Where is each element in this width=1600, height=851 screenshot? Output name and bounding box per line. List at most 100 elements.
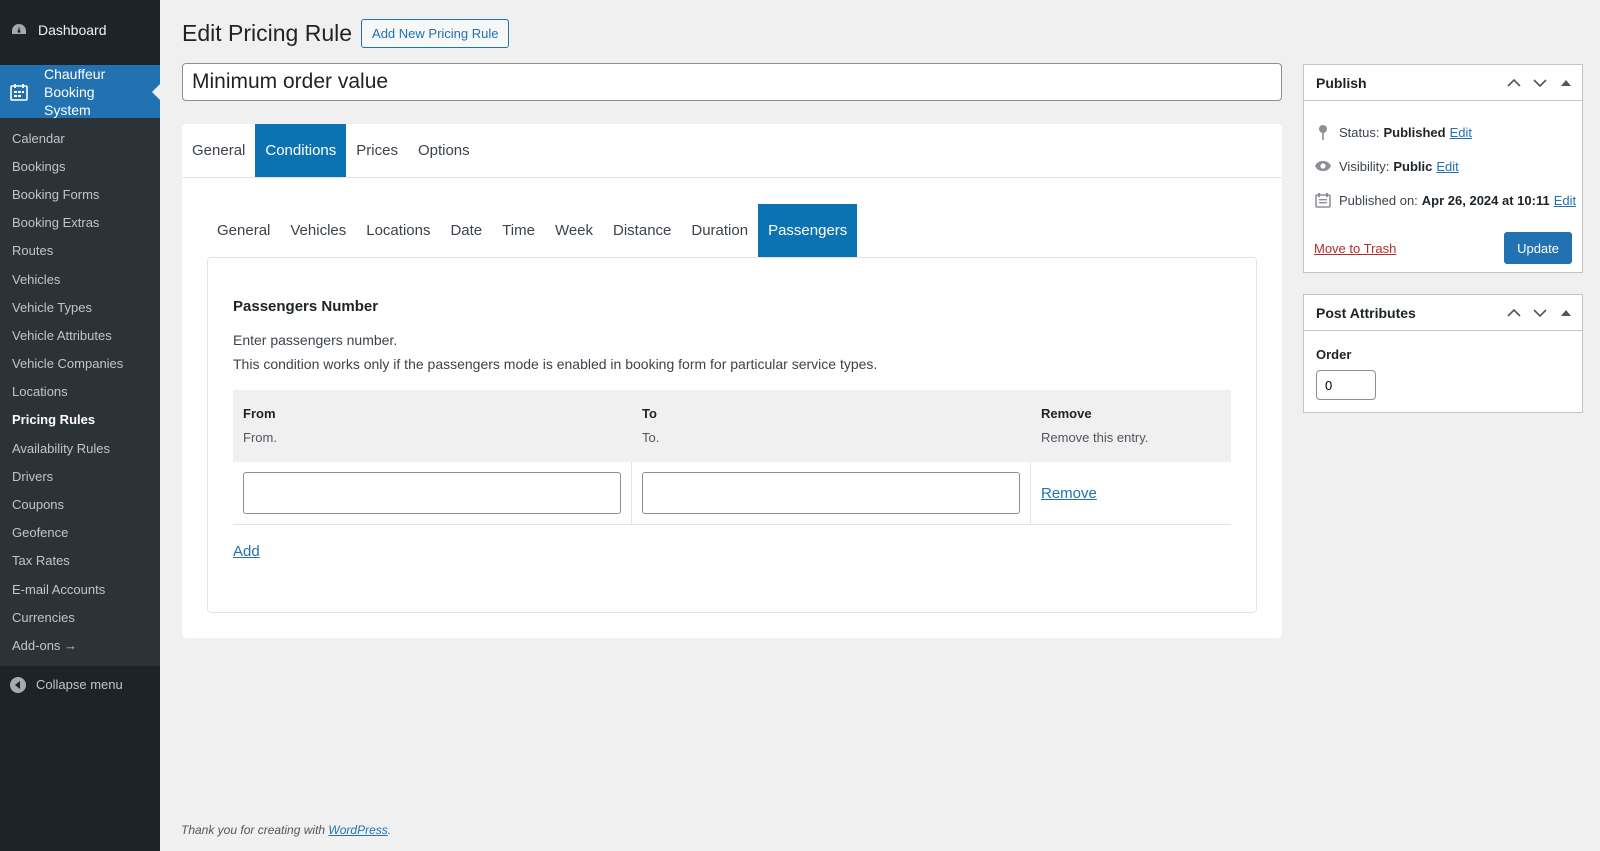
visibility-label: Visibility: (1339, 158, 1390, 174)
published-on-row: Published on: Apr 26, 2024 at 10:11 Edit (1304, 183, 1582, 217)
tab-general[interactable]: General (182, 124, 255, 177)
tab-options[interactable]: Options (408, 124, 480, 177)
post-attributes-controls (1504, 295, 1576, 331)
eye-icon (1314, 157, 1332, 175)
subtab-passengers[interactable]: Passengers (758, 204, 858, 257)
subtab-week[interactable]: Week (545, 204, 603, 257)
publish-box-controls (1504, 65, 1576, 101)
update-button[interactable]: Update (1504, 232, 1572, 264)
publish-box: Publish Status: Published Edit Visibilit… (1303, 64, 1583, 273)
post-attributes-box: Post Attributes Order (1303, 294, 1583, 413)
publish-actions: Move to Trash Update (1304, 225, 1582, 271)
tab-prices[interactable]: Prices (346, 124, 408, 177)
page-title: Edit Pricing Rule (182, 20, 353, 46)
sidebar-item-geofence[interactable]: Geofence (0, 519, 160, 547)
sidebar-item-booking-forms[interactable]: Booking Forms (0, 180, 160, 208)
edit-date-link[interactable]: Edit (1554, 193, 1576, 208)
wordpress-link[interactable]: WordPress (328, 823, 387, 837)
footer-suffix: . (387, 823, 392, 837)
sidebar-item-coupons[interactable]: Coupons (0, 490, 160, 518)
admin-sidebar: Dashboard Chauffeur Booking System Calen… (0, 0, 160, 851)
column-to-header: To (642, 406, 657, 421)
order-input[interactable] (1316, 370, 1376, 400)
sidebar-item-add-ons[interactable]: Add-ons → (0, 631, 160, 659)
sidebar-item-vehicle-companies[interactable]: Vehicle Companies (0, 350, 160, 378)
pin-icon (1314, 123, 1332, 141)
move-up-icon[interactable] (1504, 73, 1524, 93)
subtab-time[interactable]: Time (492, 204, 545, 257)
published-value: Apr 26, 2024 at 10:11 (1421, 192, 1550, 208)
calendar-small-icon (1314, 191, 1332, 209)
table-header: From From. To To. Remove Remove this ent… (233, 390, 1231, 462)
post-title-input[interactable]: Minimum order value (182, 63, 1282, 101)
add-new-pricing-rule-button[interactable]: Add New Pricing Rule (361, 19, 510, 48)
menu-current-label: Chauffeur Booking System (44, 65, 106, 118)
admin-footer: Thank you for creating with WordPress. (181, 823, 391, 837)
sidebar-item-locations[interactable]: Locations (0, 378, 160, 406)
visibility-value: Public (1393, 158, 1433, 174)
published-label: Published on: (1339, 192, 1418, 208)
table-row: Remove (233, 462, 1231, 525)
menu-dashboard-label: Dashboard (38, 21, 107, 38)
order-label: Order (1316, 347, 1352, 362)
sidebar-item-pricing-rules[interactable]: Pricing Rules (0, 406, 160, 434)
sidebar-item-routes[interactable]: Routes (0, 237, 160, 265)
sidebar-item-vehicle-types[interactable]: Vehicle Types (0, 293, 160, 321)
status-row: Status: Published Edit (1304, 115, 1582, 149)
sidebar-item-calendar[interactable]: Calendar (0, 124, 160, 152)
subtab-locations[interactable]: Locations (356, 204, 440, 257)
remove-cell: Remove (1031, 462, 1231, 524)
passengers-desc-line-1: Enter passengers number. (233, 332, 398, 348)
condition-sub-tabs: General Vehicles Locations Date Time Week Dist… (207, 204, 858, 257)
sidebar-item-currencies[interactable]: Currencies (0, 603, 160, 631)
collapse-menu-label: Collapse menu (36, 677, 123, 693)
column-from-header: From (243, 406, 276, 421)
column-remove-header: Remove (1041, 406, 1092, 421)
page-heading: Edit Pricing Rule Add New Pricing Rule (182, 19, 510, 48)
edit-status-link[interactable]: Edit (1450, 125, 1472, 140)
move-down-icon[interactable] (1530, 73, 1550, 93)
toggle-panel-icon[interactable] (1556, 73, 1576, 93)
sidebar-item-vehicle-attributes[interactable]: Vehicle Attributes (0, 321, 160, 349)
move-down-icon[interactable] (1530, 303, 1550, 323)
edit-visibility-link[interactable]: Edit (1436, 159, 1458, 174)
add-entry-link[interactable]: Add (233, 543, 260, 560)
menu-dashboard[interactable]: Dashboard (0, 0, 160, 59)
menu-chauffeur-booking-system[interactable]: Chauffeur Booking System (0, 65, 160, 118)
sidebar-item-availability-rules[interactable]: Availability Rules (0, 434, 160, 462)
current-menu-arrow (152, 83, 160, 100)
to-input[interactable] (642, 472, 1020, 514)
collapse-menu-button[interactable]: Collapse menu (0, 668, 160, 702)
pricing-rule-panel: General Conditions Prices Options General Ve… (182, 124, 1282, 638)
subtab-vehicles[interactable]: Vehicles (280, 204, 356, 257)
passengers-number-heading: Passengers Number (233, 298, 379, 315)
column-remove: Remove Remove this entry. (1031, 390, 1231, 462)
main-tabs: General Conditions Prices Options (182, 124, 1282, 178)
sidebar-item-drivers[interactable]: Drivers (0, 462, 160, 490)
toggle-panel-icon[interactable] (1556, 303, 1576, 323)
to-cell (632, 462, 1031, 524)
tab-conditions[interactable]: Conditions (255, 124, 347, 177)
column-from-sub: From. (243, 430, 277, 445)
move-to-trash-link[interactable]: Move to Trash (1314, 241, 1396, 256)
status-label: Status: (1339, 124, 1380, 140)
subtab-duration[interactable]: Duration (681, 204, 758, 257)
sidebar-item-tax-rates[interactable]: Tax Rates (0, 547, 160, 575)
visibility-row: Visibility: Public Edit (1304, 149, 1582, 183)
status-value: Published (1383, 124, 1446, 140)
remove-entry-link[interactable]: Remove (1041, 485, 1097, 502)
subtab-general[interactable]: General (207, 204, 280, 257)
post-attributes-body: Order (1304, 331, 1582, 416)
move-up-icon[interactable] (1504, 303, 1524, 323)
subtab-date[interactable]: Date (440, 204, 492, 257)
publish-box-title: Publish (1316, 74, 1367, 91)
from-input[interactable] (243, 472, 621, 514)
subtab-distance[interactable]: Distance (603, 204, 681, 257)
sidebar-item-e-mail-accounts[interactable]: E-mail Accounts (0, 575, 160, 603)
sidebar-item-bookings[interactable]: Bookings (0, 152, 160, 180)
footer-text: Thank you for creating with (181, 823, 326, 837)
passengers-table: From From. To To. Remove Remove this ent… (233, 390, 1231, 525)
sidebar-item-booking-extras[interactable]: Booking Extras (0, 209, 160, 237)
sidebar-item-vehicles[interactable]: Vehicles (0, 265, 160, 293)
passengers-condition-box: Passengers Number Enter passengers numbe… (207, 257, 1257, 613)
